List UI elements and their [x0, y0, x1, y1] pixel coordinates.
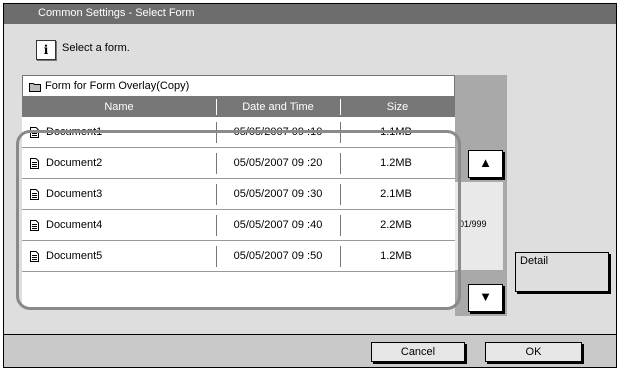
scroll-up-button[interactable]: ▲: [468, 150, 503, 178]
document-datetime: 05/05/2007 09 :30: [233, 188, 323, 200]
folder-name: Form for Form Overlay(Copy): [45, 80, 190, 92]
info-icon: i: [36, 40, 56, 60]
down-arrow-icon: ▼: [479, 289, 492, 304]
scroll-down-button[interactable]: ▼: [468, 284, 503, 312]
screen-frame: Common Settings - Select Form i Select a…: [3, 3, 617, 368]
column-header-name: Name: [104, 101, 134, 113]
ok-button-label: OK: [525, 346, 542, 358]
document-datetime: 05/05/2007 09 :40: [233, 219, 323, 231]
document-size: 1.2MB: [380, 250, 412, 262]
document-datetime: 05/05/2007 09 :20: [233, 157, 323, 169]
document-size: 2.1MB: [380, 188, 412, 200]
document-name: Document3: [46, 188, 103, 200]
column-header-date: Date and Time: [242, 101, 314, 113]
ok-button[interactable]: OK: [485, 342, 582, 362]
cancel-button-label: Cancel: [400, 346, 436, 358]
table-row[interactable]: Document2 05/05/2007 09 :20 1.2MB: [22, 148, 455, 179]
document-size: 2.2MB: [380, 219, 412, 231]
up-arrow-icon: ▲: [479, 155, 492, 170]
instruction-message: Select a form.: [62, 42, 130, 54]
table-row[interactable]: Document1 05/05/2007 09 :10 1.1MB: [22, 117, 455, 148]
cell-divider: [216, 246, 217, 267]
cell-divider: [340, 122, 341, 143]
column-header-size: Size: [386, 101, 409, 113]
cell-divider: [340, 153, 341, 174]
column-headers: Name Date and Time Size: [22, 97, 455, 117]
window-title: Common Settings - Select Form: [38, 7, 195, 19]
detail-button[interactable]: Detail: [515, 252, 609, 292]
cell-divider: [340, 184, 341, 205]
document-name: Document5: [46, 250, 103, 262]
document-icon: [30, 127, 39, 138]
document-icon: [30, 158, 39, 169]
document-name: Document2: [46, 157, 103, 169]
document-datetime: 05/05/2007 09 :10: [233, 126, 323, 138]
document-icon: [30, 220, 39, 231]
table-row[interactable]: Document3 05/05/2007 09 :30 2.1MB: [22, 179, 455, 210]
document-name: Document4: [46, 219, 103, 231]
page-indicator: 01/999: [459, 219, 487, 229]
document-size: 1.1MB: [380, 126, 412, 138]
cell-divider: [216, 184, 217, 205]
document-icon: [30, 251, 39, 262]
cell-divider: [216, 215, 217, 236]
detail-button-label: Detail: [520, 255, 549, 267]
table-row[interactable]: Document5 05/05/2007 09 :50 1.2MB: [22, 241, 455, 272]
document-icon: [30, 189, 39, 200]
document-name: Document1: [46, 126, 103, 138]
cell-divider: [340, 246, 341, 267]
folder-icon: [29, 83, 41, 92]
cell-divider: [216, 122, 217, 143]
document-datetime: 05/05/2007 09 :50: [233, 250, 323, 262]
title-bar: Common Settings - Select Form: [4, 4, 616, 24]
document-size: 1.2MB: [380, 157, 412, 169]
table-row[interactable]: Document4 05/05/2007 09 :40 2.2MB: [22, 210, 455, 241]
cancel-button[interactable]: Cancel: [371, 342, 465, 362]
cell-divider: [340, 215, 341, 236]
folder-header: Form for Form Overlay(Copy): [22, 75, 455, 97]
bottom-bar: Cancel OK: [4, 334, 616, 367]
cell-divider: [216, 153, 217, 174]
